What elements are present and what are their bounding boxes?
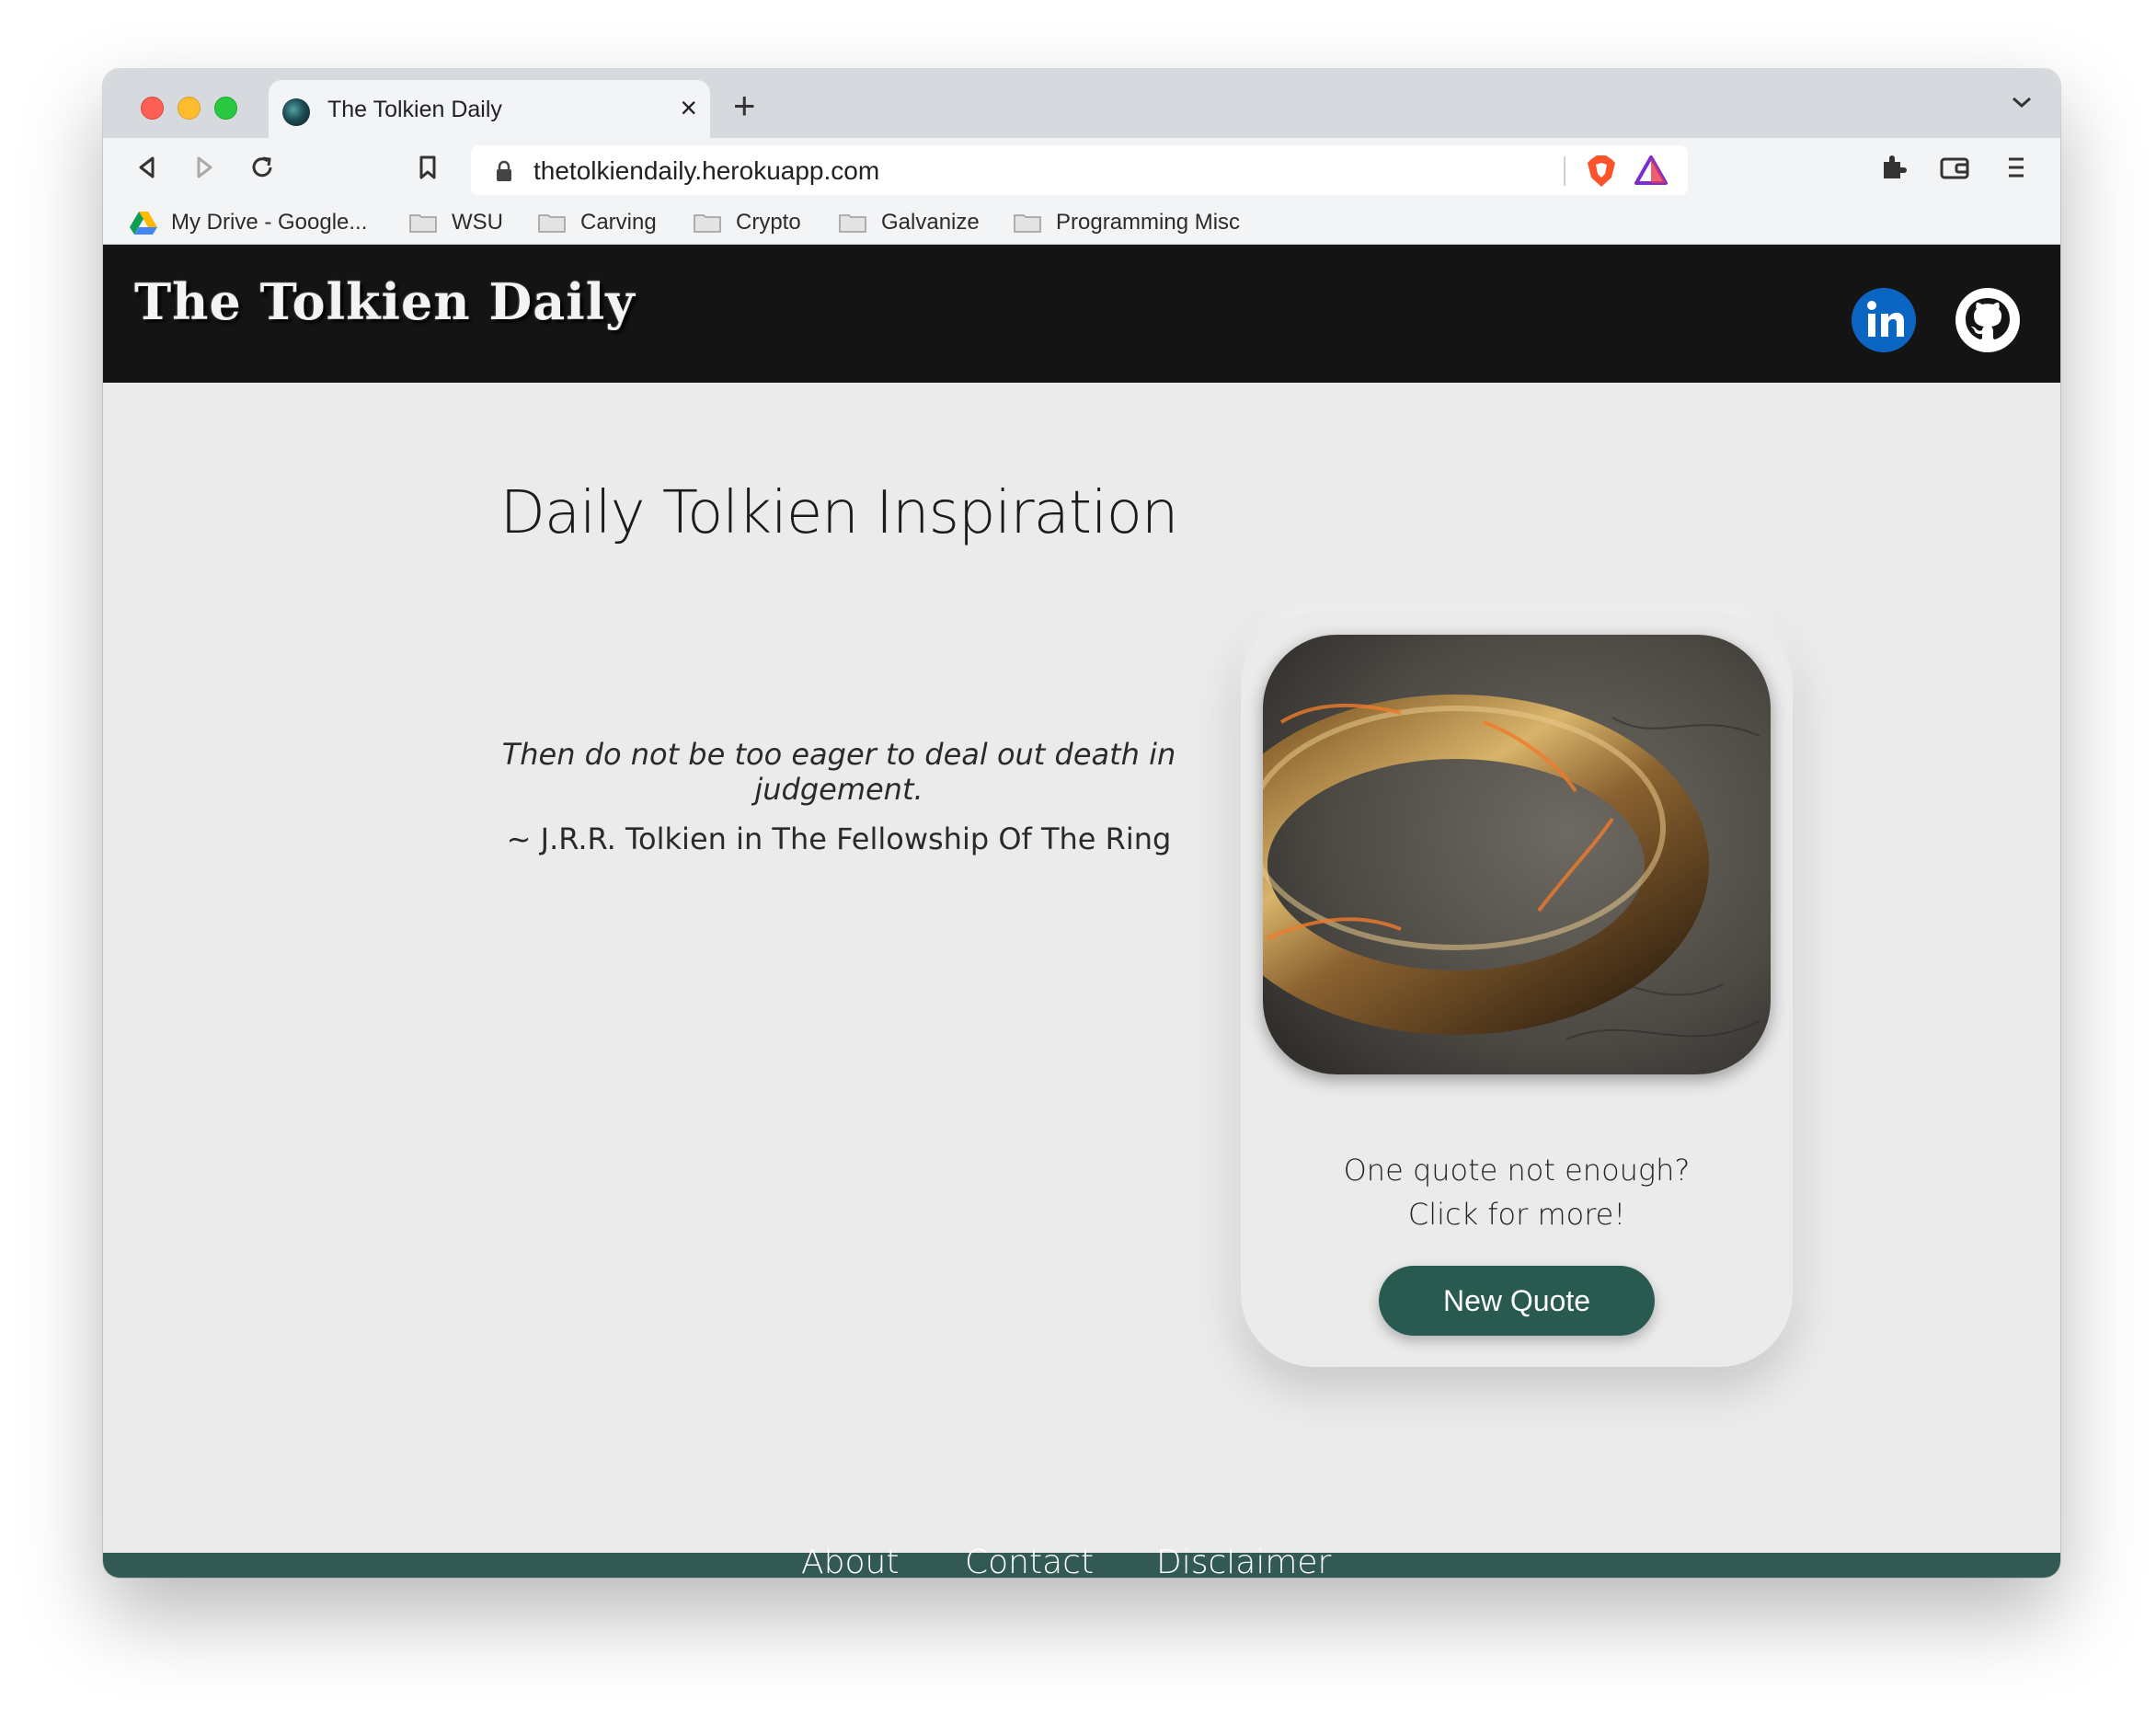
bookmark-folder[interactable]: Programming Misc bbox=[1014, 209, 1240, 236]
web-page: The Tolkien Daily Daily Tolkien Inspirat… bbox=[103, 245, 2060, 1578]
quote-line: Then do not be too eager to deal out dea… bbox=[501, 737, 1176, 772]
footer-link-contact[interactable]: Contact bbox=[965, 1544, 1094, 1578]
card-prompt-line: Click for more! bbox=[1407, 1197, 1626, 1232]
quote-card: One quote not enough? Click for more! Ne… bbox=[1241, 613, 1793, 1367]
footer-link-about[interactable]: About bbox=[801, 1544, 899, 1578]
bookmark-item[interactable]: My Drive - Google... bbox=[129, 209, 367, 236]
site-header: The Tolkien Daily bbox=[103, 245, 2060, 383]
brave-rewards-icon[interactable] bbox=[1634, 155, 1669, 186]
back-icon[interactable] bbox=[131, 151, 164, 184]
folder-icon bbox=[409, 214, 437, 233]
bookmark-folder[interactable]: Crypto bbox=[694, 209, 801, 236]
one-ring-image bbox=[1263, 635, 1771, 1074]
folder-icon bbox=[694, 214, 721, 233]
divider bbox=[1564, 156, 1565, 186]
bookmark-folder[interactable]: Carving bbox=[538, 209, 657, 236]
brave-shield-icon[interactable] bbox=[1586, 154, 1617, 189]
bookmark-folder[interactable]: Galvanize bbox=[839, 209, 980, 236]
url-text: thetolkiendaily.herokuapp.com bbox=[533, 156, 880, 185]
favicon-icon bbox=[282, 98, 310, 126]
wallet-icon[interactable] bbox=[1938, 151, 1971, 184]
bookmark-label: My Drive - Google... bbox=[171, 210, 368, 235]
tab-title: The Tolkien Daily bbox=[327, 97, 502, 122]
quote-attribution: ~ J.R.R. Tolkien in The Fellowship Of Th… bbox=[506, 821, 1172, 856]
bookmarks-bar: My Drive - Google... WSU Carving Crypto … bbox=[103, 201, 2060, 245]
bookmark-label: Crypto bbox=[736, 210, 801, 235]
reload-icon[interactable] bbox=[246, 151, 279, 184]
address-bar[interactable]: thetolkiendaily.herokuapp.com bbox=[471, 145, 1688, 195]
close-window-button[interactable] bbox=[141, 97, 164, 120]
google-drive-icon bbox=[130, 212, 157, 235]
card-prompt: One quote not enough? Click for more! bbox=[1241, 1148, 1793, 1236]
linkedin-icon[interactable] bbox=[1851, 287, 1917, 353]
menu-icon[interactable] bbox=[2005, 151, 2027, 184]
bookmark-icon[interactable] bbox=[414, 151, 442, 184]
extensions-icon[interactable] bbox=[1876, 151, 1909, 184]
lock-icon bbox=[497, 160, 511, 181]
folder-icon bbox=[839, 214, 866, 233]
minimize-window-button[interactable] bbox=[178, 97, 201, 120]
page-heading: Daily Tolkien Inspiration bbox=[499, 479, 1179, 547]
forward-icon[interactable] bbox=[188, 151, 221, 184]
footer-link-disclaimer[interactable]: Disclaimer bbox=[1156, 1544, 1331, 1578]
maximize-window-button[interactable] bbox=[214, 97, 237, 120]
bookmark-label: Carving bbox=[580, 210, 657, 235]
bookmark-label: Galvanize bbox=[881, 210, 980, 235]
browser-window: The Tolkien Daily × + thetolkiendaily.he… bbox=[103, 69, 2060, 1578]
active-tab[interactable]: The Tolkien Daily × bbox=[269, 80, 710, 138]
chevron-down-icon[interactable] bbox=[2011, 95, 2033, 109]
tab-strip: The Tolkien Daily × + bbox=[103, 69, 2060, 138]
bookmark-folder[interactable]: WSU bbox=[409, 209, 503, 236]
folder-icon bbox=[1014, 214, 1041, 233]
site-logo-title[interactable]: The Tolkien Daily bbox=[134, 272, 636, 331]
folder-icon bbox=[538, 214, 566, 233]
browser-toolbar: thetolkiendaily.herokuapp.com bbox=[103, 138, 2060, 201]
github-icon[interactable] bbox=[1955, 287, 2021, 353]
bookmark-label: Programming Misc bbox=[1056, 210, 1241, 235]
new-tab-icon[interactable]: + bbox=[733, 86, 756, 125]
card-prompt-line: One quote not enough? bbox=[1343, 1153, 1691, 1188]
bookmark-label: WSU bbox=[452, 210, 503, 235]
site-footer: About Contact Disclaimer bbox=[103, 1544, 2060, 1578]
close-tab-icon[interactable]: × bbox=[680, 91, 697, 124]
quote-line: judgement. bbox=[754, 772, 923, 807]
new-quote-button[interactable]: New Quote bbox=[1379, 1266, 1655, 1336]
quote-text: Then do not be too eager to deal out dea… bbox=[425, 737, 1253, 807]
